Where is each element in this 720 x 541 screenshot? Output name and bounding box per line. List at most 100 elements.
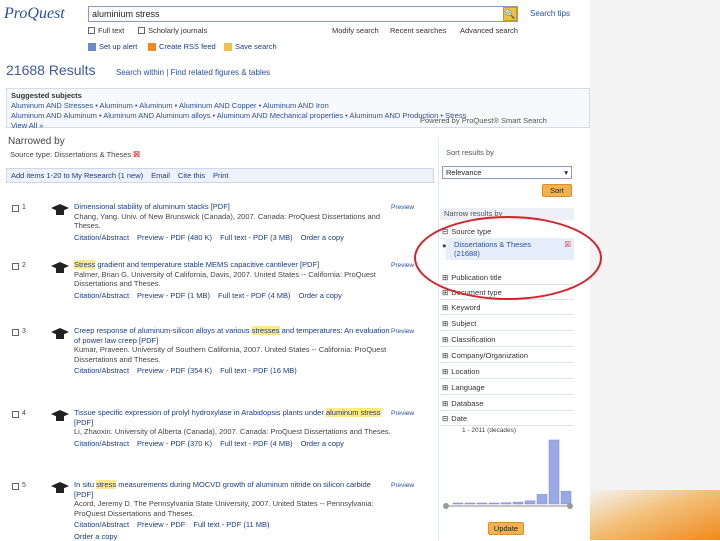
suggested-subject-item[interactable]: Aluminum AND Stresses <box>11 101 93 110</box>
full-text-pdf-link[interactable]: Full text - PDF (11 MB) <box>193 520 269 530</box>
range-handle-left[interactable] <box>443 503 449 509</box>
background-strip <box>590 0 720 540</box>
expand-icon: ⊞ <box>442 335 448 344</box>
histogram-bar[interactable] <box>537 494 547 504</box>
sort-button[interactable]: Sort <box>542 184 572 197</box>
scholarly-checkbox[interactable] <box>138 27 145 34</box>
citation-abstract-link[interactable]: Citation/Abstract <box>74 291 129 301</box>
full-text-pdf-link[interactable]: Full text - PDF (16 MB) <box>220 366 297 376</box>
histogram-bar[interactable] <box>501 503 511 504</box>
proquest-logo[interactable]: ProQuest <box>4 5 72 51</box>
modify-search-link[interactable]: Modify search <box>332 26 379 35</box>
update-button[interactable]: Update <box>488 522 524 535</box>
search-tips-link[interactable]: Search tips <box>530 9 570 18</box>
full-text-option[interactable]: Full text <box>88 26 124 35</box>
preview-pdf-link[interactable]: Preview - PDF (370 K) <box>137 439 212 449</box>
record-title[interactable]: Tissue specific expression of prolyl hyd… <box>74 408 392 427</box>
facet-item[interactable]: ⊞Location <box>440 364 574 379</box>
citation-abstract-link[interactable]: Citation/Abstract <box>74 366 129 376</box>
record-meta: Kumar, Praveen. University of Southern C… <box>74 345 392 364</box>
suggested-subject-item[interactable]: Aluminum AND Iron <box>263 101 329 110</box>
record-checkbox[interactable] <box>12 205 19 212</box>
sort-select[interactable]: Relevance ▾ <box>442 166 572 179</box>
suggested-subject-item[interactable]: Aluminum <box>139 101 172 110</box>
dissertation-cap-icon <box>50 480 70 496</box>
suggested-subject-item[interactable]: Aluminum AND Copper <box>179 101 257 110</box>
save-search-action[interactable]: Save search <box>224 42 277 51</box>
result-record: 3 Creep response of aluminum-silicon all… <box>6 326 434 396</box>
rss-feed-action[interactable]: Create RSS feed <box>148 42 216 51</box>
citation-abstract-link[interactable]: Citation/Abstract <box>74 439 129 449</box>
record-number: 4 <box>22 410 26 417</box>
citation-abstract-link[interactable]: Citation/Abstract <box>74 233 129 243</box>
preview-pdf-link[interactable]: Preview - PDF (354 K) <box>137 366 212 376</box>
email-button[interactable]: Email <box>151 171 170 180</box>
suggested-subject-item[interactable]: Aluminum AND Aluminum alloys <box>103 111 210 120</box>
search-button[interactable]: 🔍 <box>503 7 517 21</box>
histogram-bar[interactable] <box>561 491 571 504</box>
full-text-pdf-link[interactable]: Full text - PDF (3 MB) <box>220 233 293 243</box>
search-box <box>88 6 518 22</box>
record-checkbox[interactable] <box>12 329 19 336</box>
add-to-research-button[interactable]: Add items 1-20 to My Research (1 new) <box>11 171 143 180</box>
preview-link[interactable]: Preview <box>391 262 414 269</box>
facet-item[interactable]: ⊟Date <box>440 411 574 426</box>
histogram-bar[interactable] <box>477 503 487 504</box>
full-text-checkbox[interactable] <box>88 27 95 34</box>
set-alert-action[interactable]: Set up alert <box>88 42 137 51</box>
advanced-search-link[interactable]: Advanced search <box>460 26 518 35</box>
record-title[interactable]: In situ stress measurements during MOCVD… <box>74 480 392 499</box>
view-all-link[interactable]: View All » <box>11 121 43 130</box>
remove-filter-icon[interactable]: ☒ <box>133 150 140 159</box>
record-checkbox[interactable] <box>12 263 19 270</box>
preview-link[interactable]: Preview <box>391 204 414 211</box>
preview-pdf-link[interactable]: Preview - PDF <box>137 520 185 530</box>
facet-item[interactable]: ⊞Company/Organization <box>440 348 574 363</box>
full-text-pdf-link[interactable]: Full text - PDF (4 MB) <box>218 291 291 301</box>
record-checkbox[interactable] <box>12 411 19 418</box>
facet-item[interactable]: ⊞Subject <box>440 316 574 331</box>
preview-link[interactable]: Preview <box>391 410 414 417</box>
record-meta: Acord, Jeremy D. The Pennsylvania State … <box>74 499 392 518</box>
scholarly-option[interactable]: Scholarly journals <box>138 26 207 35</box>
expand-icon: ⊞ <box>442 303 448 312</box>
preview-link[interactable]: Preview <box>391 482 414 489</box>
record-title[interactable]: Stress gradient and temperature stable M… <box>74 260 392 270</box>
histogram-bar[interactable] <box>465 503 475 504</box>
search-input[interactable] <box>89 7 499 21</box>
suggested-subject-item[interactable]: Aluminum <box>100 101 133 110</box>
citation-abstract-link[interactable]: Citation/Abstract <box>74 520 129 530</box>
preview-link[interactable]: Preview <box>391 328 414 335</box>
order-copy-link[interactable]: Order a copy <box>301 439 344 449</box>
preview-pdf-link[interactable]: Preview - PDF (480 K) <box>137 233 212 243</box>
facet-item[interactable]: ⊞Keyword <box>440 300 574 315</box>
record-title[interactable]: Creep response of aluminum-silicon alloy… <box>74 326 392 345</box>
print-button[interactable]: Print <box>213 171 228 180</box>
full-text-pdf-link[interactable]: Full text - PDF (4 MB) <box>220 439 293 449</box>
histogram-bar[interactable] <box>549 440 559 504</box>
cite-button[interactable]: Cite this <box>178 171 205 180</box>
source-type-filter[interactable]: Source type: Dissertations & Theses ☒ <box>10 150 140 159</box>
suggested-subject-item[interactable]: Aluminum AND Mechanical properties <box>217 111 343 120</box>
find-related-link[interactable]: Find related figures & tables <box>171 68 271 77</box>
facet-label: Subject <box>451 319 476 328</box>
record-title[interactable]: Dimensional stability of aluminum stacks… <box>74 202 392 212</box>
recent-searches-link[interactable]: Recent searches <box>390 26 446 35</box>
facet-item[interactable]: ⊞Database <box>440 396 574 411</box>
search-icon: 🔍 <box>504 9 515 20</box>
facet-item[interactable]: ⊞Classification <box>440 332 574 347</box>
order-copy-link[interactable]: Order a copy <box>301 233 344 243</box>
histogram-bar[interactable] <box>453 503 463 504</box>
search-within-link[interactable]: Search within <box>116 68 164 77</box>
order-copy-link[interactable]: Order a copy <box>298 291 341 301</box>
histogram-bar[interactable] <box>525 501 535 504</box>
suggested-subject-item[interactable]: Aluminum AND Aluminum <box>11 111 97 120</box>
histogram-bar[interactable] <box>513 502 523 504</box>
record-checkbox[interactable] <box>12 483 19 490</box>
facet-item[interactable]: ⊞Language <box>440 380 574 395</box>
range-handle-right[interactable] <box>567 503 573 509</box>
record-number: 5 <box>22 482 26 489</box>
histogram-bar[interactable] <box>489 503 499 504</box>
chevron-down-icon: ▾ <box>564 167 568 178</box>
preview-pdf-link[interactable]: Preview - PDF (1 MB) <box>137 291 210 301</box>
